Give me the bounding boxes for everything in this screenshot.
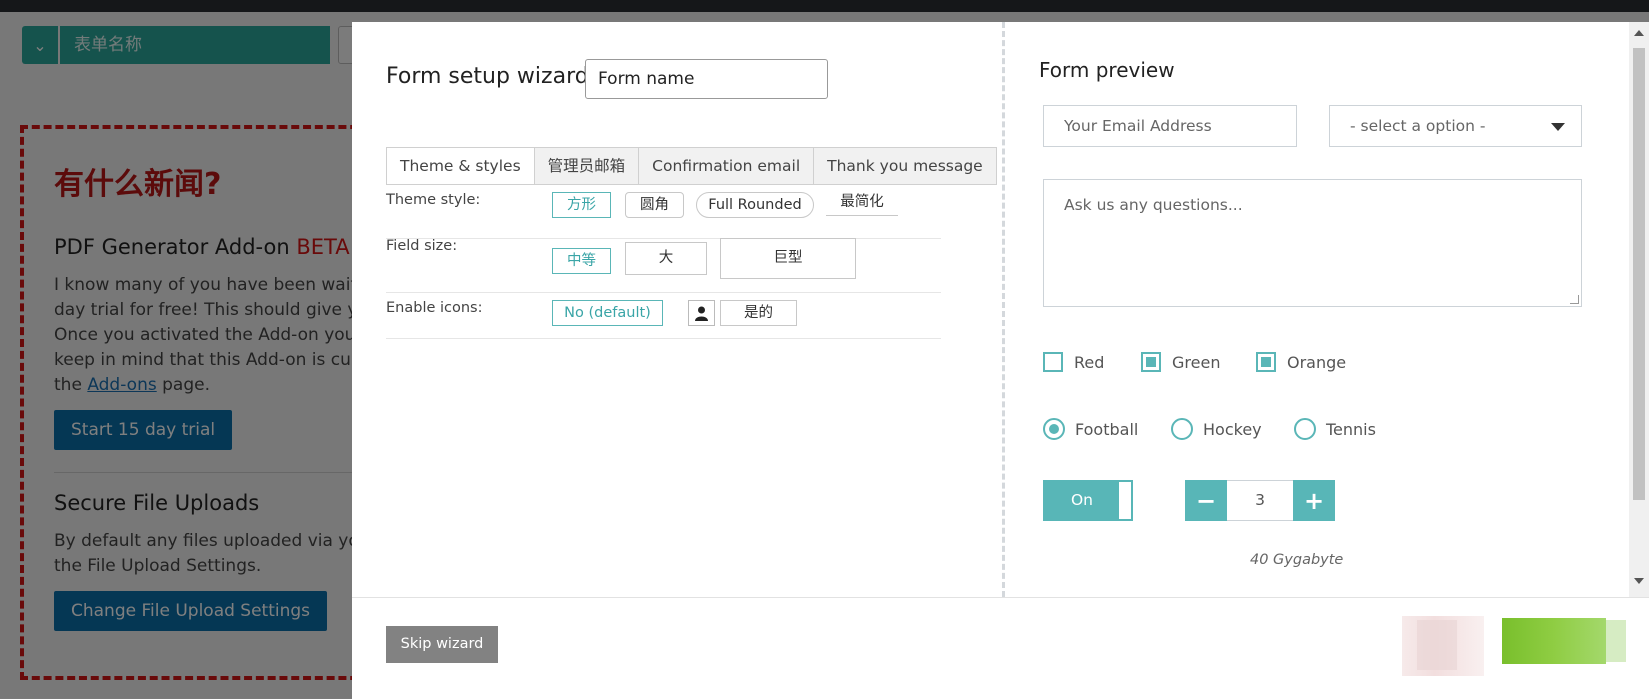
file-size-hint: 40 Gygabyte [1250, 552, 1344, 568]
questions-textarea[interactable]: Ask us any questions... [1043, 179, 1582, 307]
skip-wizard-button[interactable]: Skip wizard [386, 626, 498, 663]
icons-no-option[interactable]: No (default) [552, 300, 663, 326]
scroll-down-arrow-icon[interactable] [1634, 578, 1644, 584]
checkbox-box [1043, 352, 1063, 372]
plus-icon[interactable]: + [1293, 480, 1335, 521]
theme-full-rounded-option[interactable]: Full Rounded [696, 192, 814, 218]
tab-admin-email[interactable]: 管理员邮箱 [533, 148, 639, 184]
preview-title: Form preview [1039, 58, 1175, 82]
radio-hockey[interactable]: Hockey [1171, 418, 1262, 440]
resize-grip-icon[interactable] [1570, 295, 1579, 304]
theme-minimal-option[interactable]: 最简化 [826, 190, 898, 216]
on-off-toggle[interactable]: On [1043, 480, 1133, 521]
dropdown-caret-icon [1551, 123, 1565, 131]
radio-circle [1043, 418, 1065, 440]
quantity-stepper: − 3 + [1185, 480, 1335, 521]
radio-circle [1171, 418, 1193, 440]
form-name-input[interactable] [585, 59, 828, 99]
theme-style-label: Theme style: [386, 192, 481, 208]
theme-rounded-option[interactable]: 圆角 [625, 192, 684, 218]
size-huge-option[interactable]: 巨型 [720, 238, 856, 279]
toggle-knob [1119, 482, 1131, 519]
checkbox-orange[interactable]: Orange [1256, 352, 1346, 372]
blurred-save-button[interactable] [1502, 618, 1606, 664]
tab-thank-you-message[interactable]: Thank you message [813, 148, 996, 184]
checkbox-box [1256, 352, 1276, 372]
scroll-thumb[interactable] [1633, 48, 1645, 500]
wizard-tabs: Theme & styles 管理员邮箱 Confirmation email … [386, 147, 997, 185]
preview-scrollbar[interactable] [1629, 22, 1649, 597]
toggle-label: On [1070, 491, 1094, 509]
radio-tennis[interactable]: Tennis [1294, 418, 1376, 440]
user-icon [688, 300, 715, 326]
checkbox-box [1141, 352, 1161, 372]
checkbox-green[interactable]: Green [1141, 352, 1220, 372]
enable-icons-label: Enable icons: [386, 300, 483, 316]
wizard-pane: Form setup wizard Theme & styles 管理员邮箱 C… [352, 22, 1002, 597]
blurred-button-detail [1417, 620, 1457, 670]
blurred-save-button-detail [1606, 620, 1626, 662]
preview-pane: Form preview Your Email Address - select… [1005, 22, 1629, 597]
wizard-title: Form setup wizard [386, 64, 589, 89]
modal-footer: Skip wizard [352, 597, 1649, 699]
option-select[interactable]: - select a option - [1329, 105, 1582, 147]
size-large-option[interactable]: 大 [625, 242, 707, 275]
size-medium-option[interactable]: 中等 [552, 248, 611, 274]
minus-icon[interactable]: − [1185, 480, 1227, 521]
enable-icons-row: Enable icons: No (default) 是的 [386, 292, 941, 339]
radio-circle [1294, 418, 1316, 440]
scroll-up-arrow-icon[interactable] [1634, 30, 1644, 36]
checkbox-red[interactable]: Red [1043, 352, 1104, 372]
radio-football[interactable]: Football [1043, 418, 1138, 440]
icons-yes-option[interactable]: 是的 [720, 300, 797, 326]
theme-square-option[interactable]: 方形 [552, 192, 611, 218]
form-setup-modal: Form setup wizard Theme & styles 管理员邮箱 C… [352, 22, 1649, 699]
quantity-value[interactable]: 3 [1227, 480, 1293, 521]
theme-style-row: Theme style: 方形 圆角 Full Rounded 最简化 [386, 190, 941, 239]
field-size-row: Field size: 中等 大 巨型 [386, 238, 941, 293]
field-size-label: Field size: [386, 238, 458, 254]
tab-theme-styles[interactable]: Theme & styles [387, 148, 534, 184]
email-field[interactable]: Your Email Address [1043, 105, 1297, 147]
tab-confirmation-email[interactable]: Confirmation email [638, 148, 814, 184]
